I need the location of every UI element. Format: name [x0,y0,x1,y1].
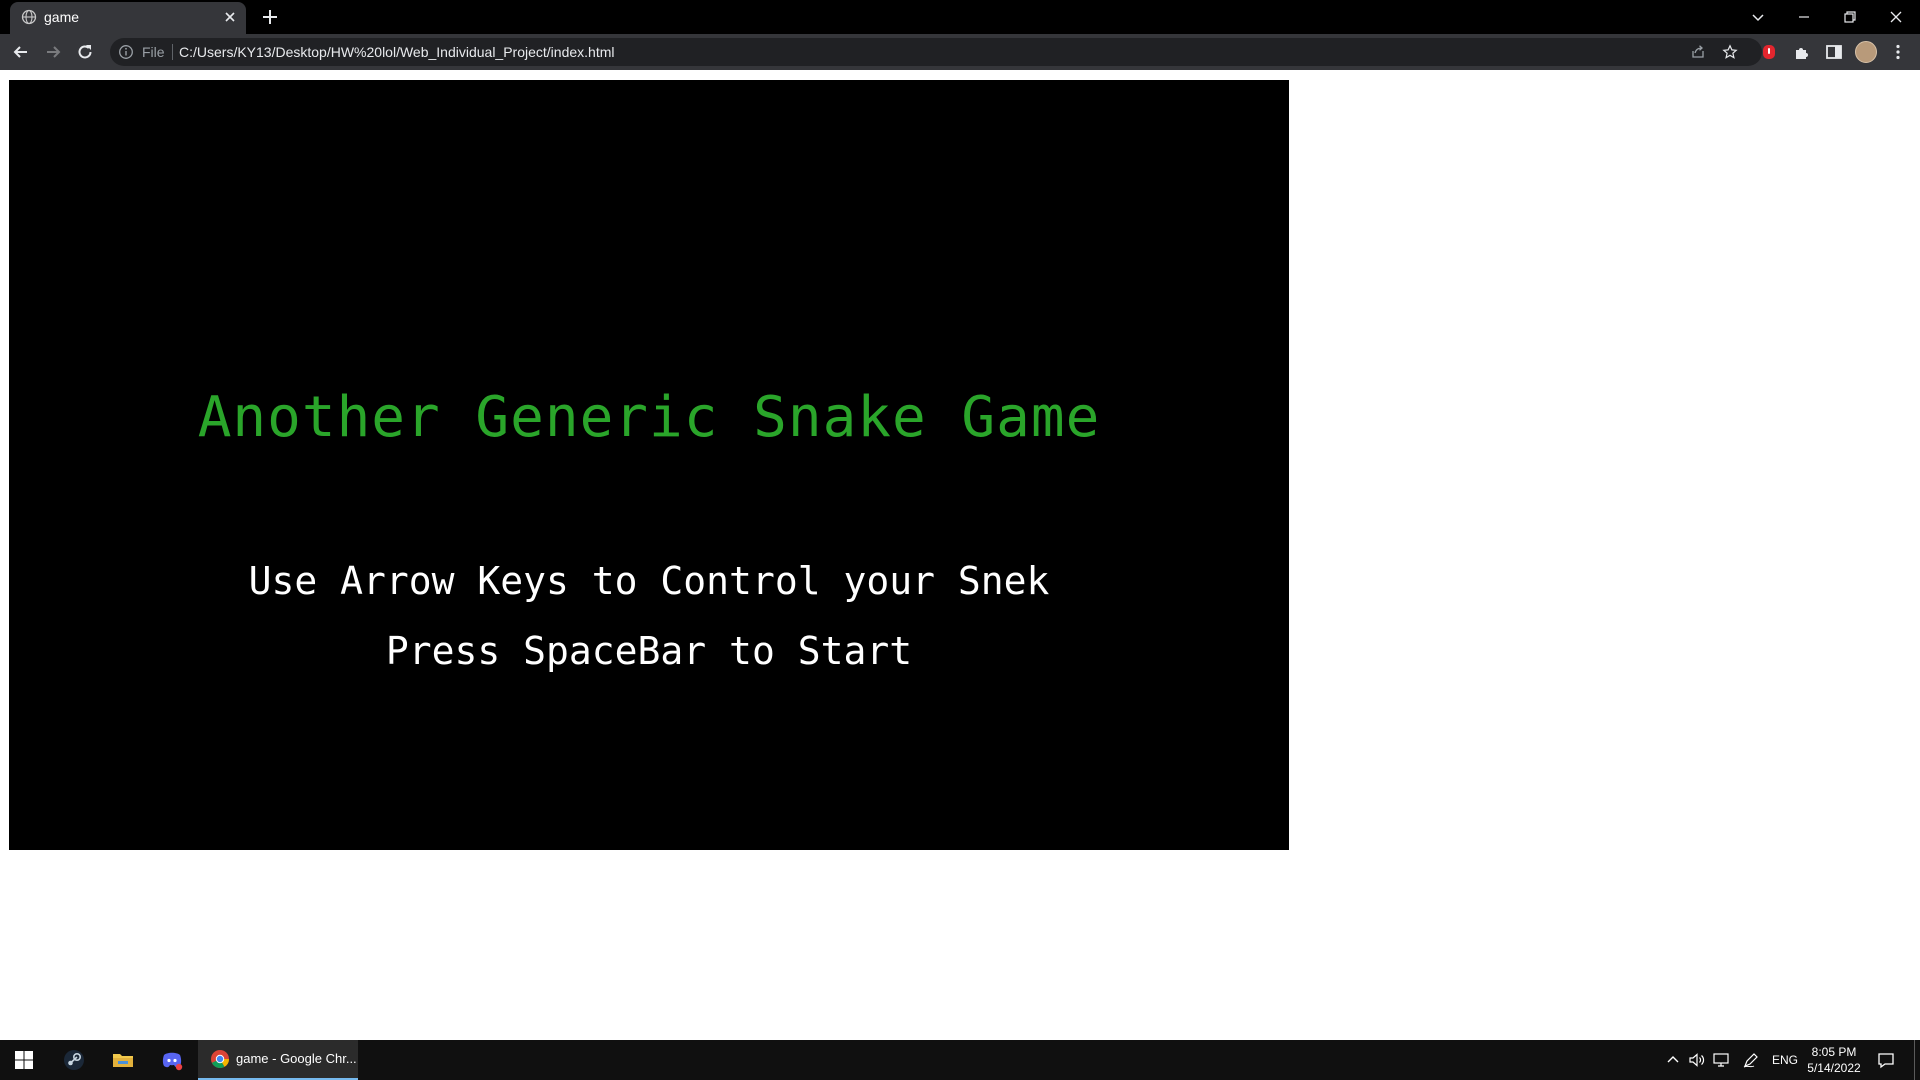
windows-start-icon[interactable] [12,1048,36,1072]
notification-icon[interactable] [1876,1050,1896,1070]
url-text[interactable]: C:/Users/KY13/Desktop/HW%20lol/Web_Indiv… [179,44,615,60]
new-tab-button[interactable] [260,7,280,27]
start-instruction: Press SpaceBar to Start [385,629,913,673]
back-arrow-icon[interactable] [11,42,31,62]
url-scheme: File [142,44,165,60]
windows-taskbar: game - Google Chr... ENG 8:05 PM 5/14/20… [0,1040,1920,1080]
address-divider [172,44,173,60]
input-language[interactable]: ENG [1772,1053,1798,1067]
file-explorer-icon[interactable] [111,1048,135,1072]
minimize-icon[interactable] [1792,5,1816,29]
browser-toolbar: File C:/Users/KY13/Desktop/HW%20lol/Web_… [0,34,1920,70]
browser-titlebar: game [0,0,1920,34]
tab-search-icon[interactable] [1746,5,1770,29]
extensions-puzzle-icon[interactable] [1792,42,1812,62]
reload-icon[interactable] [75,42,95,62]
clock-time[interactable]: 8:05 PM [1806,1045,1862,1059]
globe-icon [21,9,37,25]
clock-date[interactable]: 5/14/2022 [1806,1061,1862,1075]
profile-avatar[interactable] [1855,41,1877,63]
controls-instruction: Use Arrow Keys to Control your Snek [248,559,1050,603]
volume-icon[interactable] [1688,1051,1706,1069]
network-icon[interactable] [1712,1051,1730,1069]
game-title: Another Generic Snake Game [197,385,1101,450]
taskbar-chrome-app[interactable]: game - Google Chr... [198,1040,358,1080]
browser-tab[interactable]: game [10,2,246,34]
side-panel-icon[interactable] [1824,42,1844,62]
address-bar[interactable]: File C:/Users/KY13/Desktop/HW%20lol/Web_… [110,38,1762,66]
taskbar-app-label: game - Google Chr... [236,1051,357,1066]
share-icon[interactable] [1690,44,1706,60]
chrome-icon [211,1050,229,1068]
discord-icon[interactable] [160,1048,184,1072]
pen-icon[interactable] [1742,1051,1760,1069]
info-icon[interactable] [118,44,134,60]
show-desktop-button[interactable] [1914,1040,1915,1080]
chevron-up-icon[interactable] [1664,1051,1682,1069]
extension-red-icon[interactable] [1759,42,1779,62]
restore-icon[interactable] [1838,5,1862,29]
close-icon[interactable] [222,9,238,25]
tab-title: game [44,9,80,25]
close-window-icon[interactable] [1884,5,1908,29]
bookmark-star-icon[interactable] [1722,44,1738,60]
game-canvas[interactable]: Another Generic Snake Game Use Arrow Key… [9,80,1289,850]
forward-arrow-icon[interactable] [43,42,63,62]
steam-icon[interactable] [62,1048,86,1072]
more-menu-icon[interactable] [1888,42,1908,62]
